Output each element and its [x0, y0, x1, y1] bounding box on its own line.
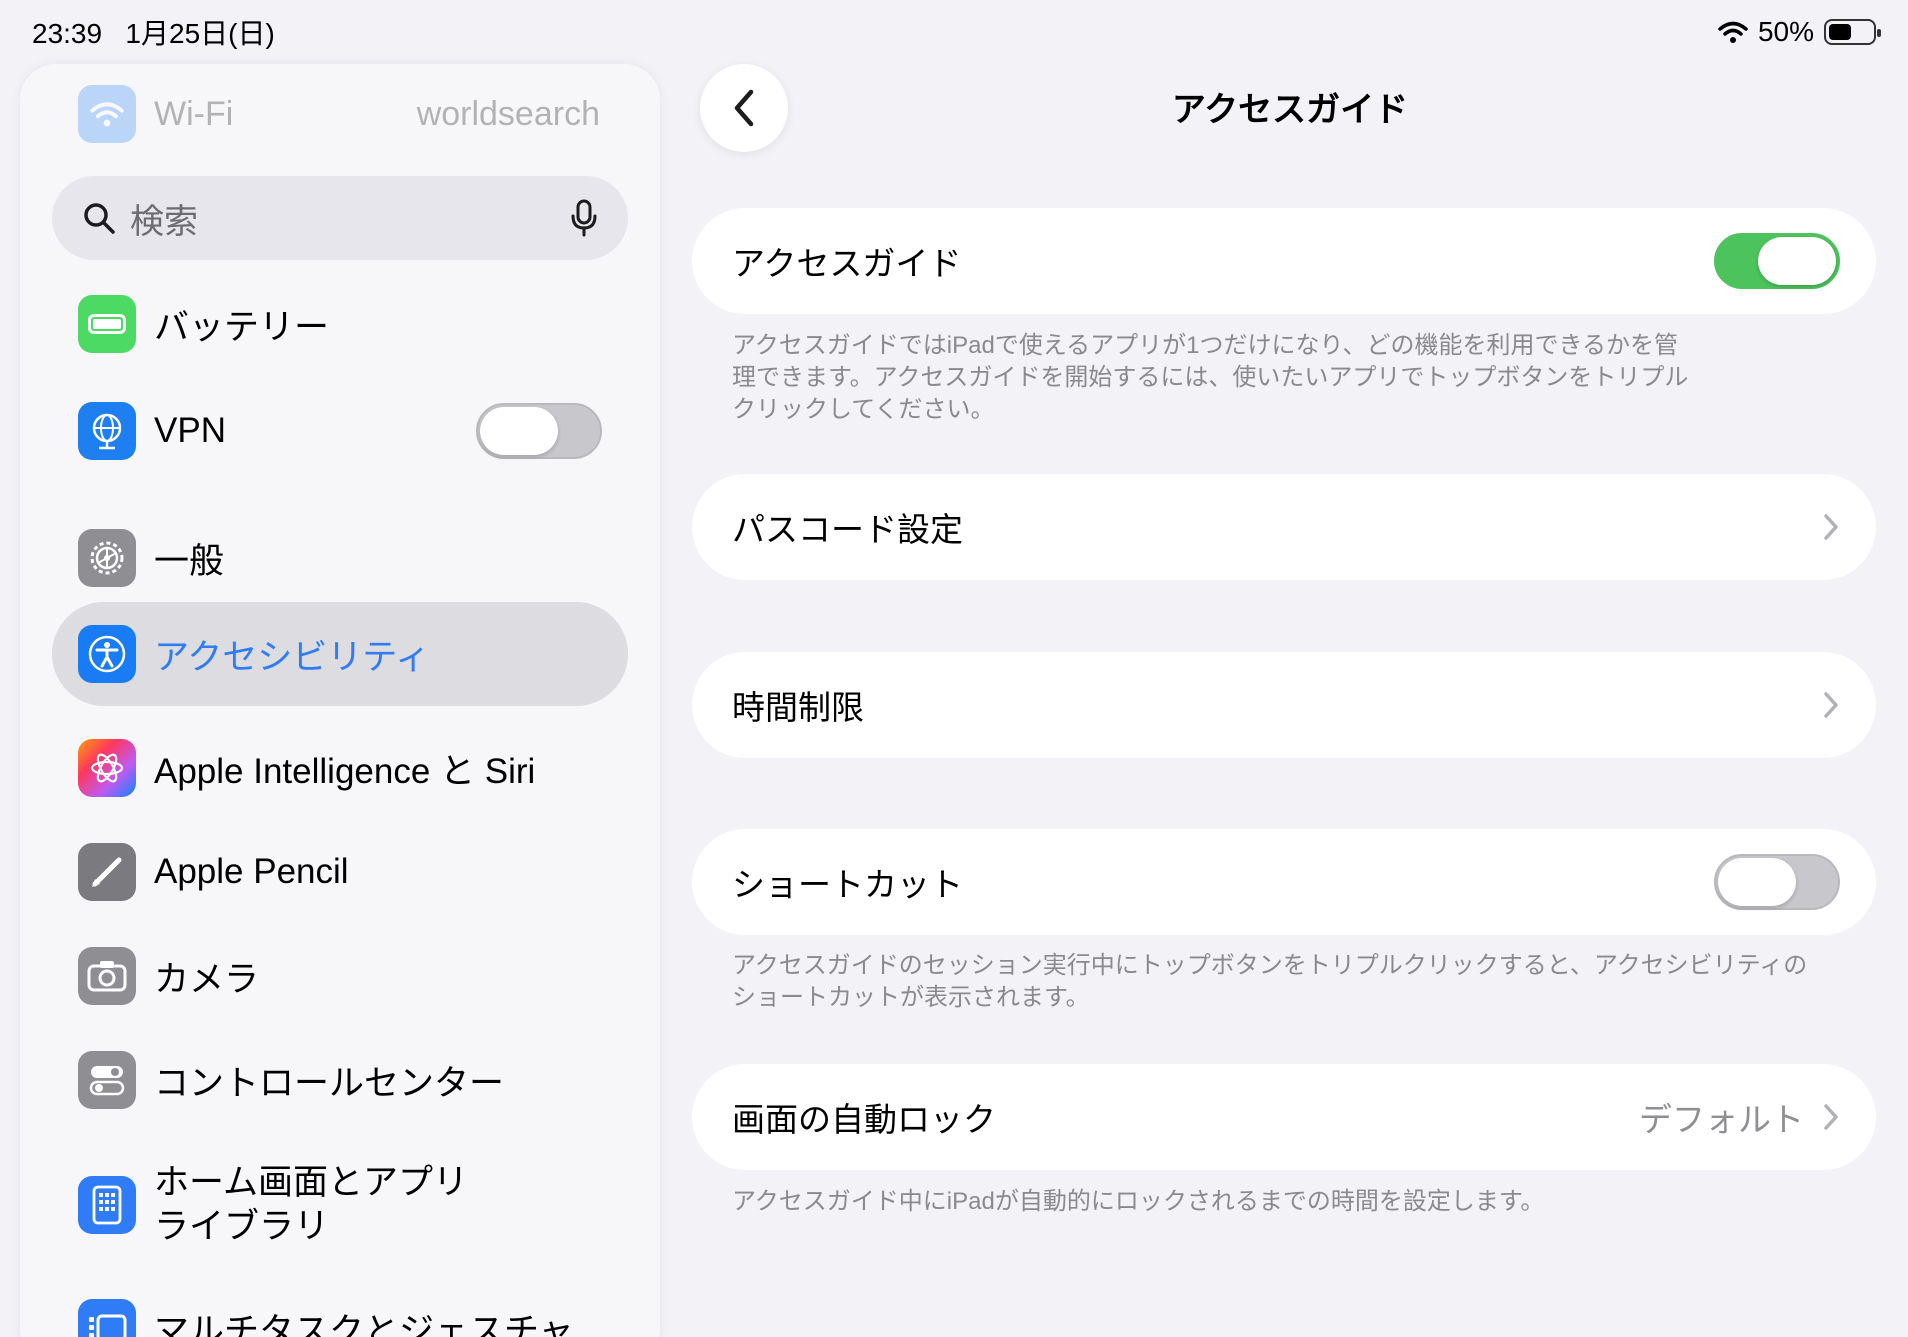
- auto-lock-accessory: デフォルト: [1639, 1093, 1840, 1141]
- camera-icon: [78, 947, 136, 1005]
- microphone-icon[interactable]: [570, 199, 598, 237]
- guided-access-description-line: クリックしてください。: [732, 396, 995, 423]
- status-time: 23:39: [32, 18, 103, 49]
- sidebar-item-wifi[interactable]: Wi-Fi worldsearch: [78, 82, 600, 146]
- gear-icon: [78, 529, 136, 587]
- search-field[interactable]: 検索: [52, 176, 628, 260]
- sidebar-item-camera[interactable]: カメラ: [52, 926, 628, 1026]
- time-limits-row[interactable]: 時間制限: [692, 652, 1876, 758]
- chevron-right-icon: [1824, 1104, 1838, 1130]
- sidebar-item-label: VPN: [154, 411, 226, 450]
- accessibility-icon: [78, 625, 136, 683]
- wifi-icon: [78, 85, 136, 143]
- sidebar-item-home-screen[interactable]: ホーム画面とアプリ ライブラリ: [52, 1140, 628, 1270]
- settings-sidebar: Wi-Fi worldsearch 検索 バッテリー VPN 一般 アクセシビリ…: [20, 64, 660, 1337]
- guided-access-description: アクセスガイドではiPadで使えるアプリが1つだけになり、どの機能を利用できるか…: [732, 330, 1822, 426]
- chevron-right-icon: [1824, 514, 1838, 540]
- status-bar: 23:39 1月25日(日) 50%: [32, 12, 1881, 52]
- page-title: アクセスガイド: [1171, 91, 1409, 129]
- sidebar-item-label-line1: ホーム画面とアプリ: [154, 1163, 468, 1202]
- auto-lock-row[interactable]: 画面の自動ロック デフォルト: [692, 1064, 1876, 1170]
- guided-access-description-line: アクセスガイドではiPadで使えるアプリが1つだけになり、どの機能を利用できるか…: [732, 332, 1679, 359]
- guided-access-description-line: 理できます。アクセスガイドを開始するには、使いたいアプリでトップボタンをトリプル: [732, 364, 1689, 391]
- sidebar-item-label: Apple Pencil: [154, 852, 349, 891]
- sidebar-item-apple-pencil[interactable]: Apple Pencil: [52, 822, 628, 922]
- time-limits-accessory: [1822, 690, 1840, 720]
- back-button[interactable]: [700, 64, 788, 152]
- pencil-icon: [78, 843, 136, 901]
- sidebar-item-label: コントロールセンター: [154, 1063, 505, 1103]
- multitasking-icon: [78, 1299, 136, 1337]
- auto-lock-value: デフォルト: [1639, 1101, 1804, 1138]
- status-date: 1月25日(日): [125, 18, 275, 49]
- sidebar-item-multitasking[interactable]: マルチタスクとジェスチャ: [52, 1278, 628, 1337]
- sidebar-item-label: バッテリー: [154, 307, 330, 347]
- sidebar-item-apple-intelligence-siri[interactable]: Apple Intelligence と Siri: [52, 718, 628, 818]
- shortcut-label: ショートカット: [732, 866, 963, 903]
- sidebar-item-accessibility[interactable]: アクセシビリティ: [52, 602, 628, 706]
- sidebar-item-label: アクセシビリティ: [154, 637, 431, 677]
- wifi-status-icon: [1718, 21, 1748, 43]
- shortcut-description: アクセスガイドのセッション実行中にトップボタンをトリプルクリックすると、アクセシ…: [732, 950, 1822, 1014]
- guided-access-toggle[interactable]: [1714, 233, 1840, 289]
- sidebar-item-label: Apple Intelligence と Siri: [154, 751, 536, 791]
- sidebar-item-battery[interactable]: バッテリー: [52, 274, 628, 374]
- battery-icon: [78, 295, 136, 353]
- chevron-left-icon: [734, 89, 754, 127]
- search-icon: [84, 203, 115, 234]
- sidebar-item-general[interactable]: 一般: [52, 508, 628, 608]
- passcode-settings-row[interactable]: パスコード設定: [692, 474, 1876, 580]
- shortcut-control: [1714, 854, 1840, 910]
- vpn-toggle[interactable]: [476, 403, 602, 459]
- shortcut-description-line: アクセスガイドのセッション実行中にトップボタンをトリプルクリックすると、アクセシ…: [732, 952, 1808, 979]
- battery-percent: 50%: [1757, 16, 1814, 47]
- passcode-settings-label: パスコード設定: [732, 511, 963, 548]
- apple-intelligence-icon: [78, 739, 136, 797]
- sidebar-item-label: 一般: [154, 541, 225, 581]
- home-screen-icon: [78, 1176, 136, 1234]
- shortcut-description-line: ショートカットが表示されます。: [732, 984, 1090, 1011]
- sidebar-item-control-center[interactable]: コントロールセンター: [52, 1030, 628, 1130]
- shortcut-row: ショートカット: [692, 829, 1876, 935]
- sidebar-item-label: Wi-Fi: [154, 94, 234, 133]
- guided-access-control: [1714, 233, 1840, 289]
- auto-lock-label: 画面の自動ロック: [732, 1101, 996, 1138]
- shortcut-toggle[interactable]: [1714, 854, 1840, 910]
- guided-access-row: アクセスガイド: [692, 208, 1876, 314]
- sidebar-item-label: マルチタスクとジェスチャ: [154, 1311, 574, 1337]
- battery-indicator-icon: [1824, 19, 1881, 45]
- sidebar-item-label: ホーム画面とアプリ ライブラリ: [154, 1161, 468, 1249]
- time-limits-label: 時間制限: [732, 689, 864, 726]
- sidebar-item-label-line2: ライブラリ: [154, 1207, 330, 1246]
- status-right: 50%: [1718, 16, 1881, 48]
- control-center-icon: [78, 1051, 136, 1109]
- globe-icon: [78, 402, 136, 460]
- wifi-network-name: worldsearch: [416, 94, 600, 133]
- chevron-right-icon: [1824, 692, 1838, 718]
- auto-lock-description: アクセスガイド中にiPadが自動的にロックされるまでの時間を設定します。: [732, 1188, 1545, 1215]
- guided-access-label: アクセスガイド: [732, 245, 962, 282]
- sidebar-item-vpn[interactable]: VPN: [52, 376, 628, 486]
- search-placeholder: 検索: [130, 202, 198, 241]
- status-time-date: 23:39 1月25日(日): [32, 12, 275, 52]
- passcode-settings-accessory: [1822, 512, 1840, 542]
- sidebar-item-label: カメラ: [154, 959, 260, 999]
